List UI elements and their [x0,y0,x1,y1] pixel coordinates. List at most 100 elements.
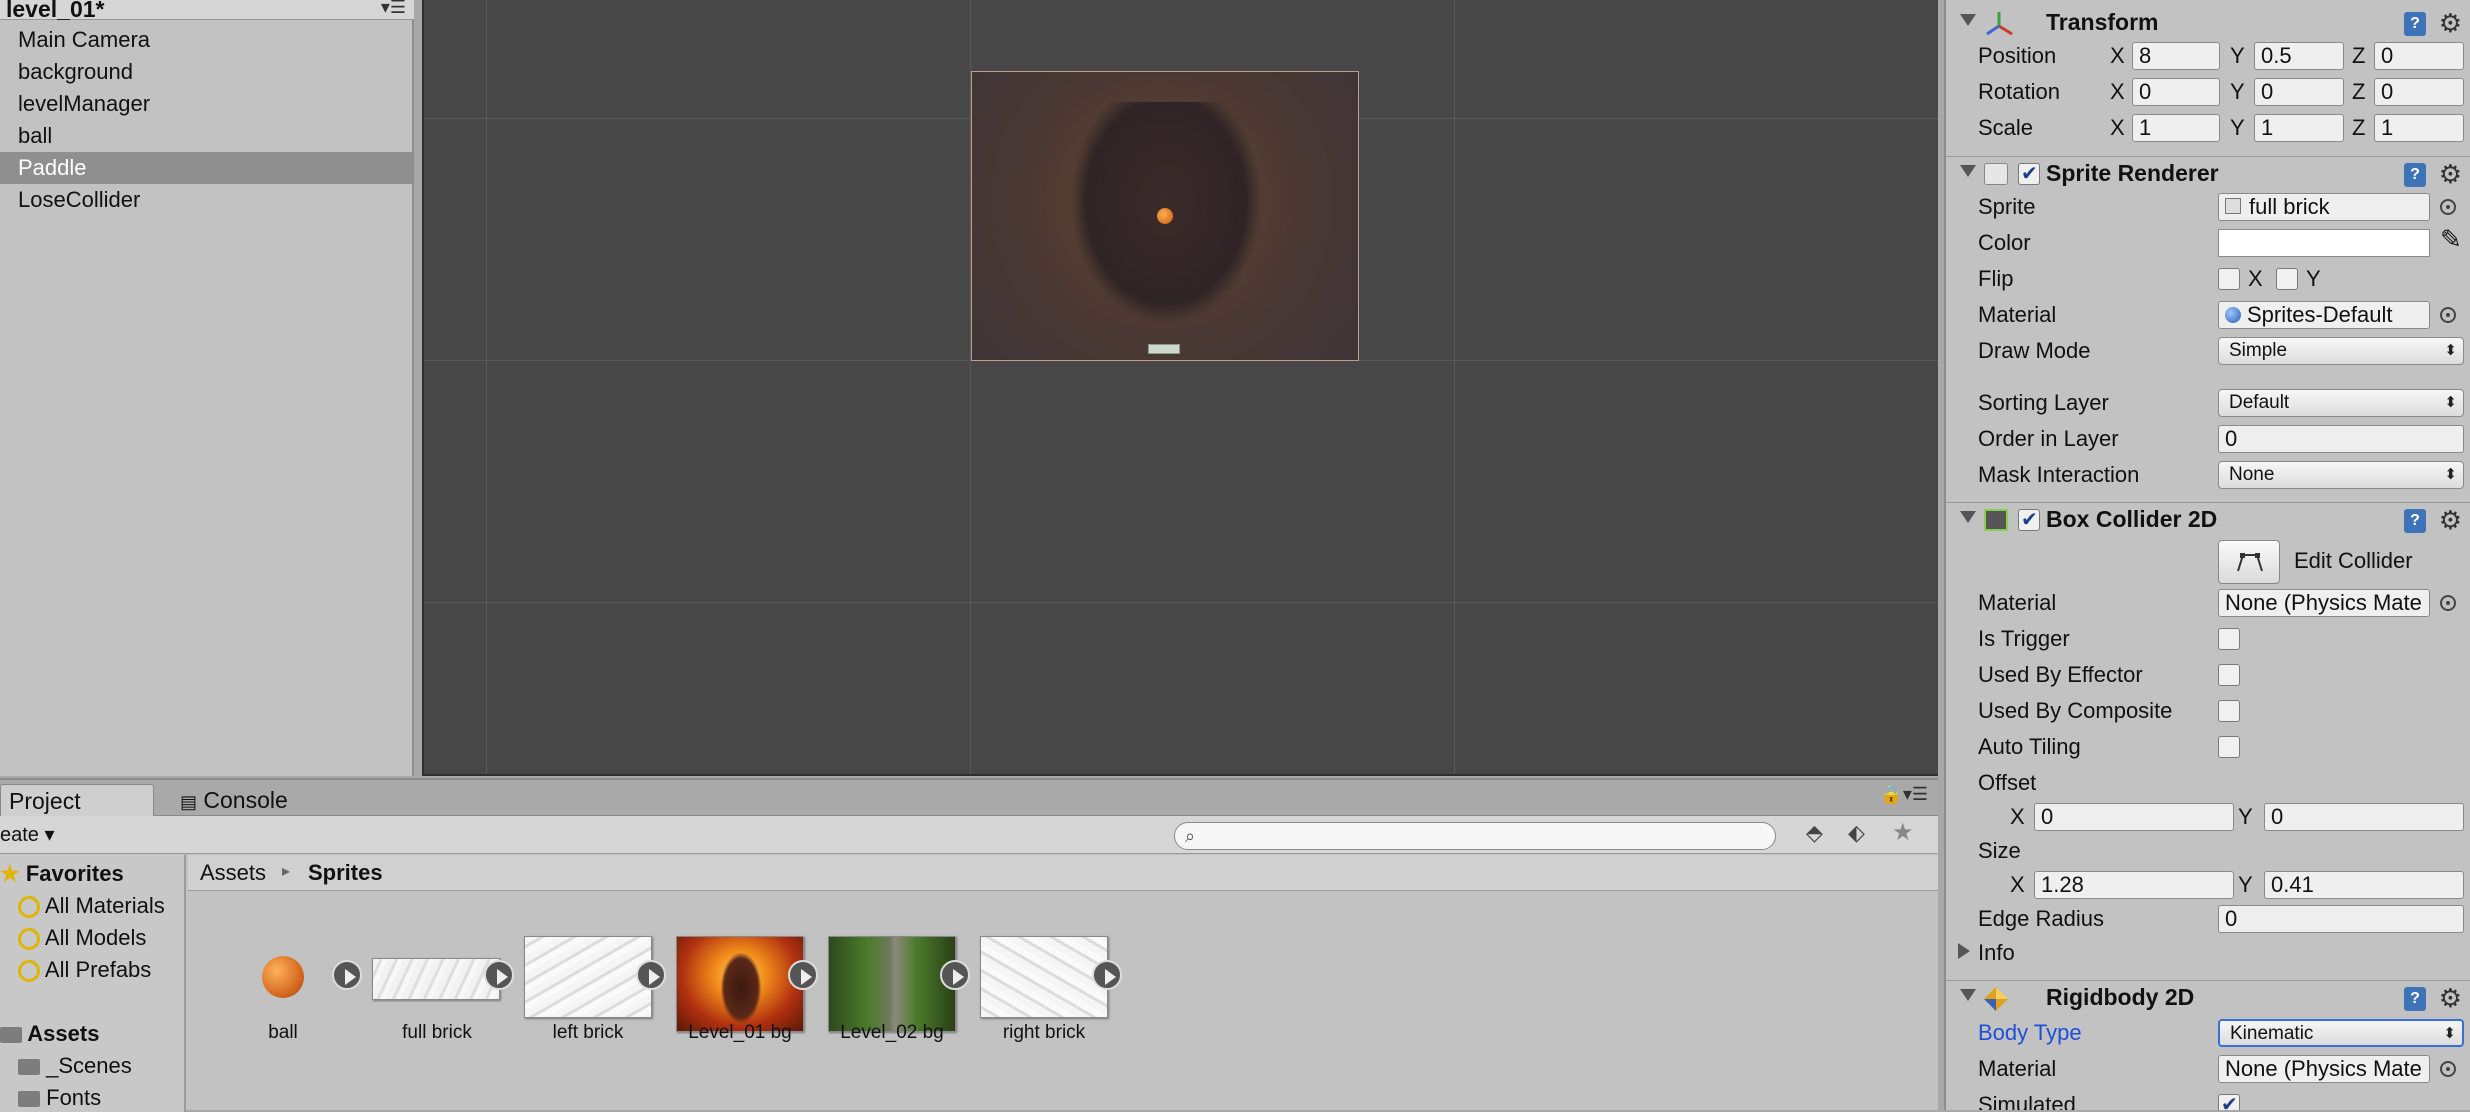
gear-icon[interactable]: ⚙ [2439,159,2462,190]
collider-material-field[interactable]: None (Physics Mate [2218,589,2430,617]
tab-project[interactable]: Project [0,784,154,816]
hierarchy-item-background[interactable]: background [0,56,414,88]
scene-name[interactable]: level_01* [6,0,104,23]
axis-label: X [2110,115,2125,140]
filter-by-type-icon[interactable]: ⬘ [1806,820,1823,846]
object-picker-icon[interactable] [2440,1061,2456,1077]
edit-collider-button[interactable] [2218,540,2280,584]
hierarchy-item-ball[interactable]: ball [0,120,414,152]
background-sprite[interactable] [971,71,1359,361]
favorite-all-materials[interactable]: All Materials [18,893,165,919]
flip-x-checkbox[interactable] [2218,268,2240,290]
fold-arrow-icon[interactable] [1960,511,1976,523]
favorites-item[interactable]: ★ Favorites [0,861,124,887]
fold-arrow-icon[interactable] [1960,165,1976,177]
used-by-effector-checkbox[interactable] [2218,664,2240,686]
transform-header[interactable]: Transform ? ⚙ [1946,6,2470,42]
sprite-field[interactable]: full brick [2218,193,2430,221]
offset-x-field[interactable]: 0 [2034,803,2234,831]
scale-x-field[interactable]: 1 [2132,114,2220,142]
help-icon[interactable]: ? [2404,163,2426,187]
position-z-field[interactable]: 0 [2374,42,2464,70]
rigidbody-material-field[interactable]: None (Physics Mate [2218,1055,2430,1083]
favorite-star-icon[interactable]: ★ [1892,818,1914,847]
breadcrumb-sprites[interactable]: Sprites [308,860,383,886]
folder-scenes[interactable]: _Scenes [18,1053,132,1079]
breadcrumb-assets[interactable]: Assets [200,860,266,886]
paddle-sprite[interactable] [1148,344,1180,354]
play-icon[interactable] [636,960,666,990]
info-fold-icon[interactable] [1958,943,1970,959]
rotation-y-field[interactable]: 0 [2254,78,2344,106]
used-by-effector-label: Used By Effector [1978,662,2143,687]
hierarchy-item-paddle[interactable]: Paddle [0,152,414,184]
search-input[interactable]: ⌕ [1174,822,1776,850]
hierarchy-item-levelmanager[interactable]: levelManager [0,88,414,120]
color-swatch[interactable] [2218,229,2430,257]
order-in-layer-field[interactable]: 0 [2218,425,2464,453]
fold-arrow-icon[interactable] [1960,14,1976,26]
gear-icon[interactable]: ⚙ [2439,505,2462,536]
rotation-x-field[interactable]: 0 [2132,78,2220,106]
ball-sprite[interactable] [1157,208,1173,224]
used-by-composite-checkbox[interactable] [2218,700,2240,722]
favorite-all-prefabs[interactable]: All Prefabs [18,957,151,983]
box-collider-enabled-checkbox[interactable] [2018,507,2040,532]
gear-icon[interactable]: ⚙ [2439,8,2462,39]
scale-y-field[interactable]: 1 [2254,114,2344,142]
tab-console[interactable]: ▤ Console [172,784,296,816]
body-type-dropdown[interactable]: Kinematic [2218,1019,2464,1047]
box-collider-header[interactable]: Box Collider 2D ? ⚙ [1946,502,2470,538]
scene-view[interactable] [422,0,1938,776]
axis-label: X [2110,79,2125,104]
folder-fonts[interactable]: Fonts [18,1085,101,1111]
offset-y-field[interactable]: 0 [2264,803,2464,831]
simulated-label: Simulated [1978,1092,2076,1110]
fold-arrow-icon[interactable] [1960,989,1976,1001]
scale-label: Scale [1978,115,2034,140]
hierarchy-menu-icon[interactable]: ▾☰ [381,0,406,18]
mask-interaction-dropdown[interactable]: None [2218,461,2464,489]
help-icon[interactable]: ? [2404,509,2426,533]
object-picker-icon[interactable] [2440,307,2456,323]
axis-label: X [2110,43,2125,68]
gear-icon[interactable]: ⚙ [2439,983,2462,1014]
play-icon[interactable] [332,960,362,990]
hierarchy-item-losecollider[interactable]: LoseCollider [0,184,414,216]
flip-y-checkbox[interactable] [2276,268,2298,290]
is-trigger-checkbox[interactable] [2218,628,2240,650]
sprite-renderer-header[interactable]: Sprite Renderer ? ⚙ [1946,156,2470,192]
play-icon[interactable] [1092,960,1122,990]
create-dropdown[interactable]: eate ▾ [0,822,55,847]
object-picker-icon[interactable] [2440,595,2456,611]
help-icon[interactable]: ? [2404,12,2426,36]
rotation-z-field[interactable]: 0 [2374,78,2464,106]
filter-by-label-icon[interactable]: ⬖ [1848,820,1865,846]
scale-z-field[interactable]: 1 [2374,114,2464,142]
eyedropper-icon[interactable]: ✎ [2440,224,2462,255]
play-icon[interactable] [484,960,514,990]
rigidbody-header[interactable]: Rigidbody 2D ? ⚙ [1946,980,2470,1016]
help-icon[interactable]: ? [2404,987,2426,1011]
edge-radius-field[interactable]: 0 [2218,905,2464,933]
star-icon: ★ [0,861,20,886]
assets-folder-item[interactable]: Assets [0,1021,99,1047]
sorting-layer-dropdown[interactable]: Default [2218,389,2464,417]
object-picker-icon[interactable] [2440,199,2456,215]
play-icon[interactable] [940,960,970,990]
hierarchy-item-main-camera[interactable]: Main Camera [0,24,414,56]
position-y-field[interactable]: 0.5 [2254,42,2344,70]
position-x-field[interactable]: 8 [2132,42,2220,70]
simulated-checkbox[interactable] [2218,1092,2240,1110]
auto-tiling-checkbox[interactable] [2218,736,2240,758]
size-x-field[interactable]: 1.28 [2034,871,2234,899]
favorite-all-models[interactable]: All Models [18,925,146,951]
axis-label: X [2010,872,2025,897]
material-field[interactable]: Sprites-Default [2218,301,2430,329]
sprite-renderer-enabled-checkbox[interactable] [2018,161,2040,186]
draw-mode-dropdown[interactable]: Simple [2218,337,2464,365]
info-label[interactable]: Info [1978,940,2015,966]
size-y-field[interactable]: 0.41 [2264,871,2464,899]
lock-menu-icon[interactable]: 🔒▾☰ [1880,784,1928,805]
play-icon[interactable] [788,960,818,990]
